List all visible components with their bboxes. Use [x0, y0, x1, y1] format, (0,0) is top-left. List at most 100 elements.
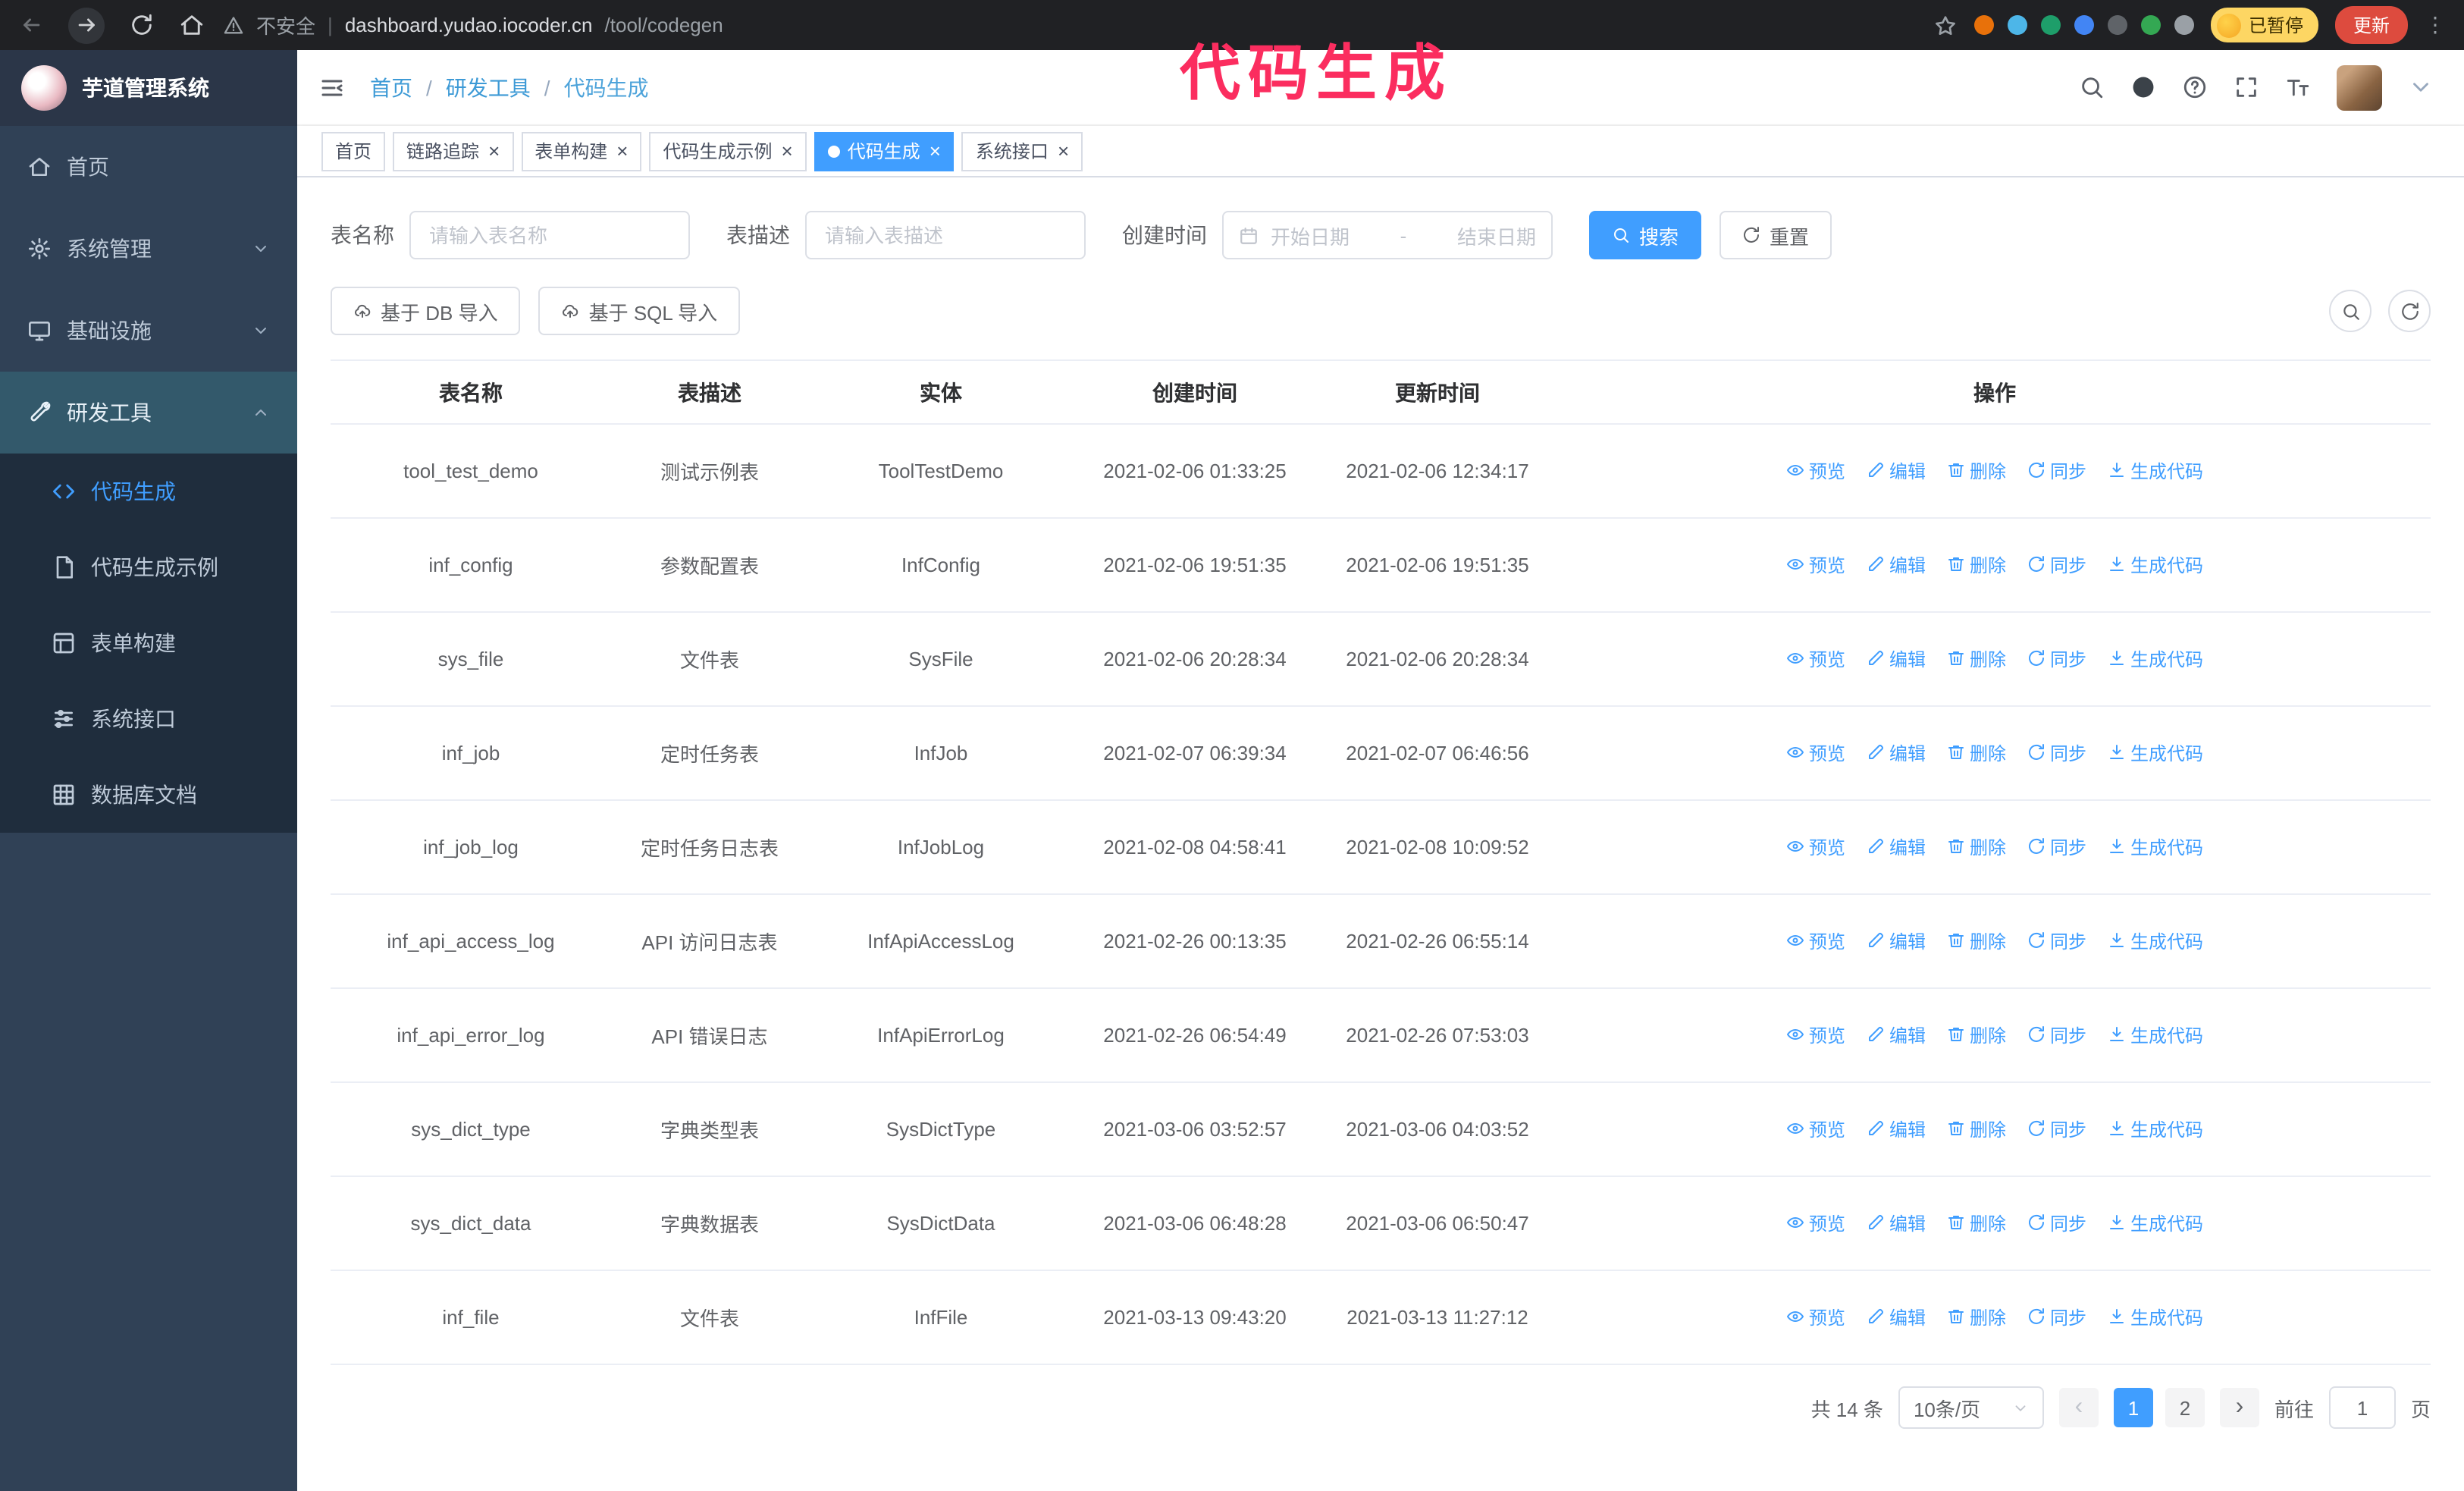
page-button-2[interactable]: 2: [2165, 1388, 2205, 1427]
tab-4[interactable]: 代码生成 ×: [813, 131, 955, 171]
sidebar-toggle-button[interactable]: [318, 74, 346, 101]
action-download-button[interactable]: 生成代码: [2108, 646, 2203, 672]
font-size-icon[interactable]: [2285, 74, 2311, 100]
tab-close-icon[interactable]: ×: [782, 141, 793, 161]
breadcrumb-item[interactable]: 研发工具: [446, 72, 531, 102]
user-avatar[interactable]: [2337, 64, 2382, 110]
extension-icon[interactable]: [2040, 15, 2061, 35]
action-edit-button[interactable]: 编辑: [1867, 834, 1926, 860]
goto-page-input[interactable]: [2328, 1386, 2396, 1429]
action-download-button[interactable]: 生成代码: [2108, 1304, 2203, 1330]
address-bar[interactable]: 不安全 | dashboard.yudao.iocoder.cn/tool/co…: [223, 11, 723, 39]
action-trash-button[interactable]: 删除: [1947, 928, 2006, 954]
action-edit-button[interactable]: 编辑: [1867, 740, 1926, 766]
action-download-button[interactable]: 生成代码: [2108, 834, 2203, 860]
tab-0[interactable]: 首页: [321, 131, 386, 171]
action-eye-button[interactable]: 预览: [1786, 1116, 1845, 1142]
sidebar-item-3[interactable]: 研发工具: [0, 372, 297, 454]
breadcrumb-item[interactable]: 代码生成: [564, 72, 649, 102]
action-edit-button[interactable]: 编辑: [1867, 1210, 1926, 1236]
action-trash-button[interactable]: 删除: [1947, 740, 2006, 766]
extension-icon[interactable]: [2140, 15, 2161, 35]
action-sync-button[interactable]: 同步: [2027, 458, 2086, 484]
next-page-button[interactable]: ›: [2219, 1388, 2259, 1427]
action-edit-button[interactable]: 编辑: [1867, 1304, 1926, 1330]
tab-close-icon[interactable]: ×: [929, 141, 941, 161]
page-button-1[interactable]: 1: [2113, 1388, 2153, 1427]
action-sync-button[interactable]: 同步: [2027, 1022, 2086, 1048]
action-trash-button[interactable]: 删除: [1947, 458, 2006, 484]
import-sql-button[interactable]: 基于 SQL 导入: [538, 287, 741, 335]
sidebar-item-0[interactable]: 首页: [0, 126, 297, 208]
action-edit-button[interactable]: 编辑: [1867, 1022, 1926, 1048]
sidebar-subitem-0[interactable]: 代码生成: [0, 454, 297, 529]
toggle-search-button[interactable]: [2329, 290, 2372, 332]
sidebar-subitem-4[interactable]: 数据库文档: [0, 757, 297, 833]
action-eye-button[interactable]: 预览: [1786, 1304, 1845, 1330]
page-size-select[interactable]: 10条/页: [1898, 1386, 2044, 1429]
extension-icon[interactable]: [1973, 15, 1994, 35]
action-sync-button[interactable]: 同步: [2027, 740, 2086, 766]
action-edit-button[interactable]: 编辑: [1867, 646, 1926, 672]
reload-icon[interactable]: [129, 12, 155, 38]
action-sync-button[interactable]: 同步: [2027, 552, 2086, 578]
action-download-button[interactable]: 生成代码: [2108, 1022, 2203, 1048]
paused-badge[interactable]: 已暂停: [2210, 8, 2318, 42]
extension-icon[interactable]: [2174, 15, 2194, 35]
action-eye-button[interactable]: 预览: [1786, 1022, 1845, 1048]
action-trash-button[interactable]: 删除: [1947, 552, 2006, 578]
action-trash-button[interactable]: 删除: [1947, 834, 2006, 860]
action-sync-button[interactable]: 同步: [2027, 834, 2086, 860]
sidebar-item-2[interactable]: 基础设施: [0, 290, 297, 372]
search-icon[interactable]: [2079, 74, 2105, 100]
action-eye-button[interactable]: 预览: [1786, 928, 1845, 954]
action-trash-button[interactable]: 删除: [1947, 646, 2006, 672]
sidebar-subitem-2[interactable]: 表单构建: [0, 605, 297, 681]
back-icon[interactable]: [18, 12, 44, 38]
action-eye-button[interactable]: 预览: [1786, 740, 1845, 766]
extension-icon[interactable]: [2074, 15, 2094, 35]
forward-button[interactable]: [68, 7, 105, 43]
action-edit-button[interactable]: 编辑: [1867, 552, 1926, 578]
import-db-button[interactable]: 基于 DB 导入: [331, 287, 521, 335]
tab-close-icon[interactable]: ×: [1058, 141, 1069, 161]
date-range-picker[interactable]: 开始日期 - 结束日期: [1222, 211, 1553, 259]
bookmark-star-icon[interactable]: [1933, 13, 1958, 37]
fullscreen-icon[interactable]: [2234, 74, 2259, 100]
action-eye-button[interactable]: 预览: [1786, 1210, 1845, 1236]
help-icon[interactable]: [2182, 74, 2208, 100]
action-download-button[interactable]: 生成代码: [2108, 928, 2203, 954]
action-edit-button[interactable]: 编辑: [1867, 1116, 1926, 1142]
app-logo[interactable]: 芋道管理系统: [0, 50, 297, 126]
action-eye-button[interactable]: 预览: [1786, 646, 1845, 672]
action-sync-button[interactable]: 同步: [2027, 1116, 2086, 1142]
sidebar-item-1[interactable]: 系统管理: [0, 208, 297, 290]
sidebar-subitem-1[interactable]: 代码生成示例: [0, 529, 297, 605]
action-download-button[interactable]: 生成代码: [2108, 458, 2203, 484]
action-sync-button[interactable]: 同步: [2027, 1210, 2086, 1236]
update-button[interactable]: 更新: [2334, 6, 2408, 44]
tab-2[interactable]: 表单构建 ×: [521, 131, 642, 171]
action-trash-button[interactable]: 删除: [1947, 1022, 2006, 1048]
action-sync-button[interactable]: 同步: [2027, 928, 2086, 954]
action-download-button[interactable]: 生成代码: [2108, 1116, 2203, 1142]
reset-button[interactable]: 重置: [1719, 211, 1832, 259]
action-trash-button[interactable]: 删除: [1947, 1304, 2006, 1330]
chrome-menu-icon[interactable]: ⋮: [2425, 12, 2446, 38]
action-edit-button[interactable]: 编辑: [1867, 458, 1926, 484]
extension-icon[interactable]: [2107, 15, 2127, 35]
home-icon[interactable]: [179, 12, 205, 38]
action-trash-button[interactable]: 删除: [1947, 1210, 2006, 1236]
avatar-caret-icon[interactable]: [2408, 74, 2434, 100]
sidebar-subitem-3[interactable]: 系统接口: [0, 681, 297, 757]
table-name-input[interactable]: [409, 211, 690, 259]
tab-1[interactable]: 链路追踪 ×: [393, 131, 514, 171]
prev-page-button[interactable]: ‹: [2058, 1388, 2099, 1427]
search-button[interactable]: 搜索: [1589, 211, 1702, 259]
action-edit-button[interactable]: 编辑: [1867, 928, 1926, 954]
extension-icon[interactable]: [2007, 15, 2027, 35]
table-desc-input[interactable]: [805, 211, 1086, 259]
action-eye-button[interactable]: 预览: [1786, 552, 1845, 578]
action-trash-button[interactable]: 删除: [1947, 1116, 2006, 1142]
action-download-button[interactable]: 生成代码: [2108, 552, 2203, 578]
